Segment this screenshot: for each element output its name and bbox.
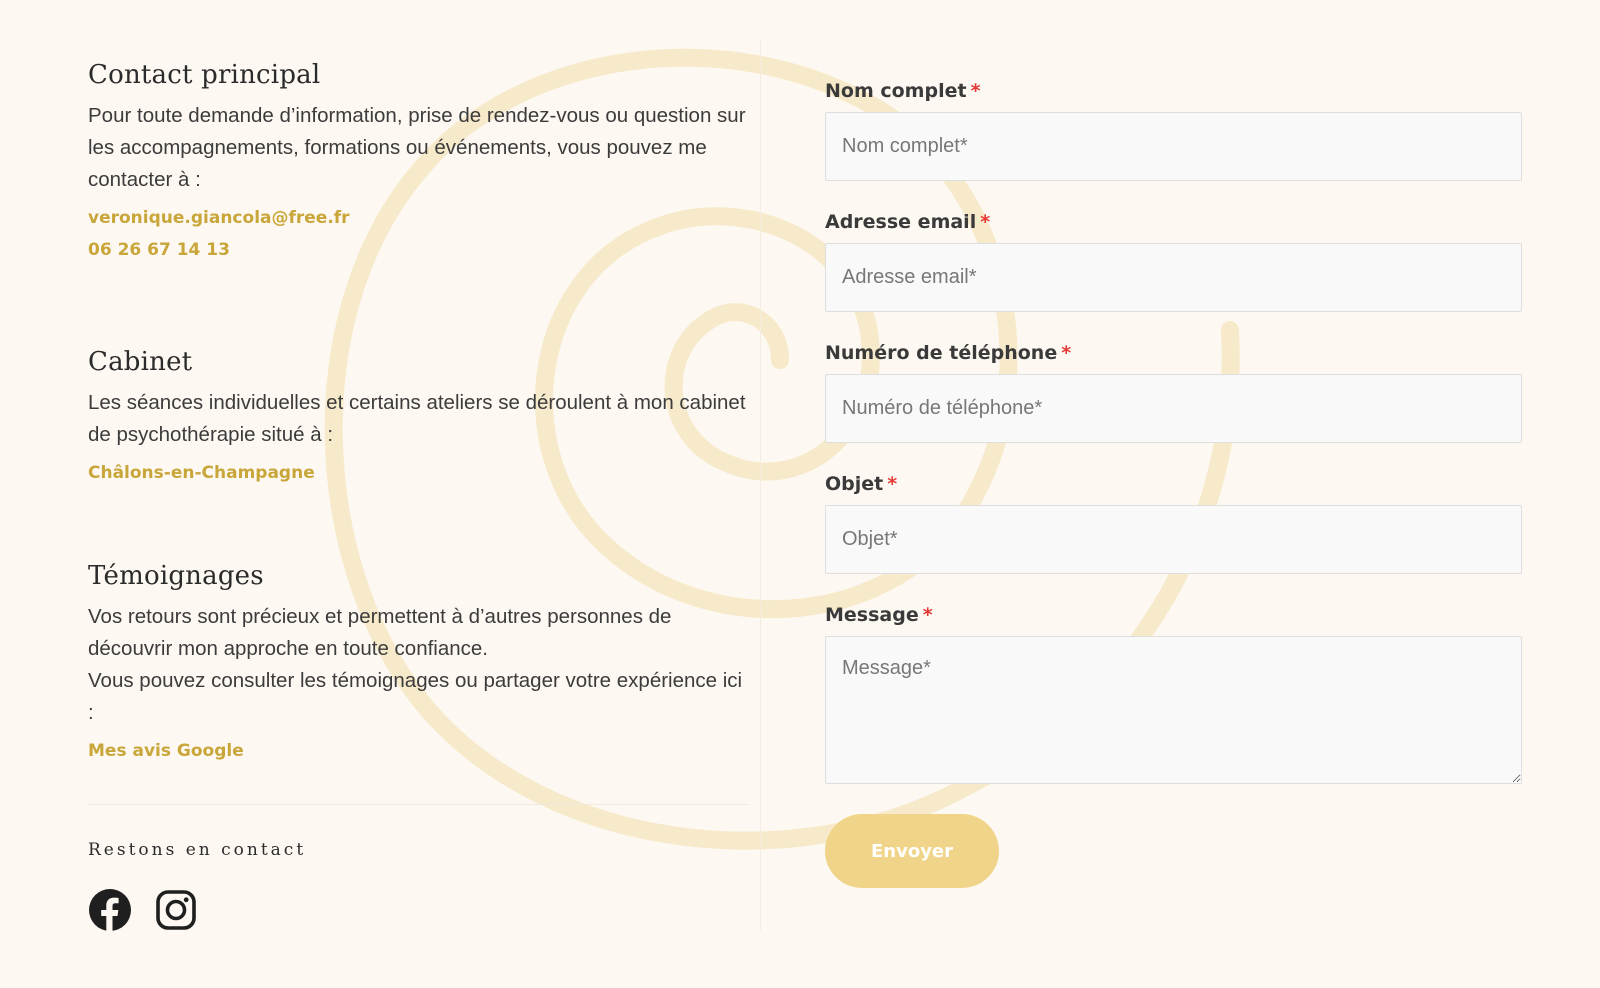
phone-label: Numéro de téléphone * [825, 342, 1072, 364]
temoignages-section: Témoignages Vos retours sont précieux et… [88, 561, 748, 761]
subject-input[interactable] [825, 505, 1522, 574]
google-reviews-link[interactable]: Mes avis Google [88, 741, 748, 761]
required-asterisk: * [887, 473, 898, 495]
contact-principal-title: Contact principal [88, 60, 321, 90]
required-asterisk: * [922, 604, 933, 626]
message-field-group: Message * [825, 604, 1522, 788]
cabinet-text: Les séances individuelles et certains at… [88, 391, 746, 446]
name-input[interactable] [825, 112, 1522, 181]
temoignages-text-2: Vous pouvez consulter les témoignages ou… [88, 669, 743, 724]
name-label: Nom complet * [825, 80, 981, 102]
email-field-group: Adresse email * [825, 211, 1522, 312]
social-icons [88, 888, 198, 932]
temoignages-text-1: Vos retours sont précieux et permettent … [88, 605, 672, 660]
email-link[interactable]: veronique.giancola@free.fr [88, 208, 748, 228]
required-asterisk: * [1061, 342, 1072, 364]
phone-input[interactable] [825, 374, 1522, 443]
horizontal-divider [88, 804, 748, 805]
facebook-icon[interactable] [88, 888, 132, 932]
location-link[interactable]: Châlons-en-Champagne [88, 463, 748, 483]
email-label: Adresse email * [825, 211, 991, 233]
social-title: Restons en contact [88, 840, 307, 860]
contact-principal-text: Pour toute demande d’information, prise … [88, 104, 746, 191]
required-asterisk: * [970, 80, 981, 102]
vertical-divider [760, 40, 761, 930]
subject-field-group: Objet * [825, 473, 1522, 574]
submit-button[interactable]: Envoyer [825, 814, 999, 888]
required-asterisk: * [980, 211, 991, 233]
name-field-group: Nom complet * [825, 80, 1522, 181]
message-textarea[interactable] [825, 636, 1522, 784]
subject-label: Objet * [825, 473, 898, 495]
contact-page: Contact principal Pour toute demande d’i… [0, 0, 1600, 988]
email-input[interactable] [825, 243, 1522, 312]
cabinet-title: Cabinet [88, 347, 193, 377]
contact-principal-section: Contact principal Pour toute demande d’i… [88, 60, 748, 260]
message-label: Message * [825, 604, 933, 626]
cabinet-section: Cabinet Les séances individuelles et cer… [88, 347, 748, 483]
phone-field-group: Numéro de téléphone * [825, 342, 1522, 443]
temoignages-title: Témoignages [88, 561, 264, 591]
instagram-icon[interactable] [154, 888, 198, 932]
phone-link[interactable]: 06 26 67 14 13 [88, 240, 748, 260]
